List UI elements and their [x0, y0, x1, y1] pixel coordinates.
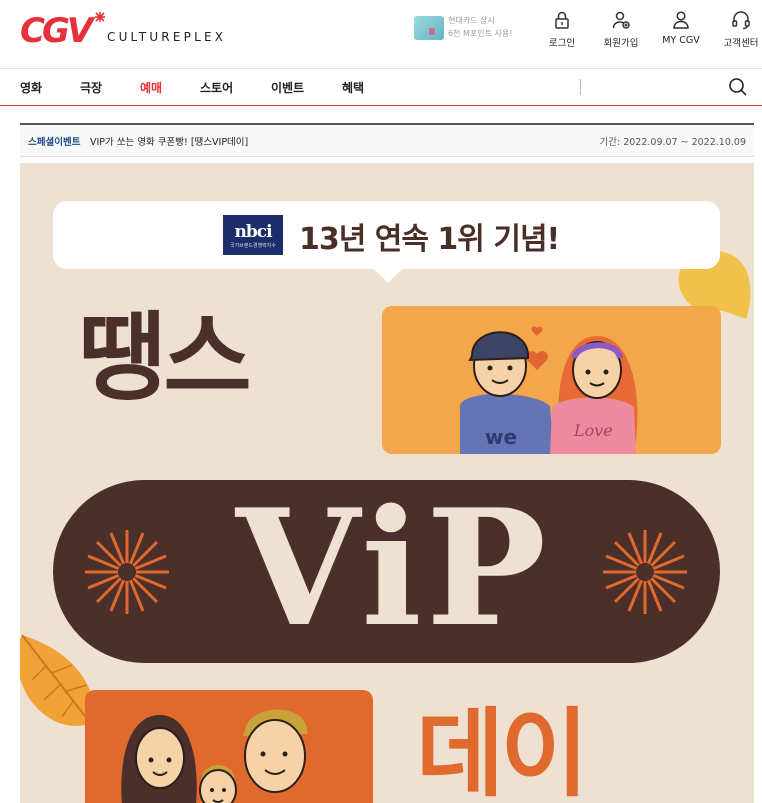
login-label: 로그인 — [548, 38, 576, 49]
speech-bubble-tail — [372, 267, 404, 283]
nav-benefit[interactable]: 혜택 — [342, 79, 364, 96]
starburst-icon — [85, 530, 169, 614]
event-category: 스페셜이벤트 — [28, 137, 81, 148]
nav-store[interactable]: 스토어 — [200, 79, 233, 96]
event-title-bar: 스페셜이벤트 VIP가 쏘는 영화 쿠폰빵! [땡스VIP데이] 기간: 202… — [20, 123, 754, 157]
signup-button[interactable]: 회원가입 — [591, 10, 651, 49]
shirt-we-text: we — [485, 425, 517, 449]
search-button[interactable] — [728, 77, 748, 101]
cgv-logo[interactable]: CGV — [20, 11, 110, 52]
credit-card-icon — [414, 16, 444, 40]
event-banner-image: nbci 국가브랜드경쟁력지수 13년 연속 1위 기념! 땡스 we Love — [20, 163, 754, 803]
signup-label: 회원가입 — [603, 38, 639, 49]
vip-title: ViP — [235, 474, 551, 662]
event-title: VIP가 쏘는 영화 쿠폰빵! [땡스VIP데이] — [90, 137, 249, 148]
bubble-text: 13년 연속 1위 기념! — [299, 222, 560, 257]
my-cgv-label: MY CGV — [662, 35, 700, 46]
hyundai-card-promo[interactable]: 현대카드 상시 6천 M포인트 사용! — [414, 14, 514, 42]
customer-center-label: 고객센터 — [723, 38, 759, 49]
speech-bubble: nbci 국가브랜드경쟁력지수 13년 연속 1위 기념! — [53, 201, 720, 269]
svg-text:CGV: CGV — [20, 12, 96, 48]
headset-icon — [732, 11, 750, 30]
couple-illustration: we Love — [382, 306, 721, 454]
search-icon — [729, 78, 747, 96]
customer-center-button[interactable]: 고객센터 — [711, 10, 762, 49]
promo-line-2: 6천 M포인트 사용! — [448, 29, 513, 38]
nav-divider — [580, 79, 581, 95]
user-plus-icon — [612, 11, 630, 29]
login-button[interactable]: 로그인 — [532, 10, 592, 49]
promo-line-1: 현대카드 상시 — [448, 16, 495, 25]
shirt-love-text: Love — [573, 421, 613, 440]
nav-movie[interactable]: 영화 — [20, 79, 42, 96]
my-cgv-button[interactable]: MY CGV — [651, 10, 711, 46]
cultureplex-wordmark: CULTUREPLEX — [107, 30, 227, 44]
event-period: 기간: 2022.09.07 ~ 2022.10.09 — [599, 137, 747, 148]
main-nav: 영화 극장 예매 스토어 이벤트 혜택 — [0, 68, 762, 106]
nav-theater[interactable]: 극장 — [80, 79, 102, 96]
vip-pill: ViP — [53, 474, 720, 663]
nav-event[interactable]: 이벤트 — [271, 79, 304, 96]
banner-title-top: 땡스 — [78, 302, 252, 414]
nav-booking[interactable]: 예매 — [140, 79, 162, 96]
user-icon — [673, 11, 689, 29]
starburst-icon — [603, 530, 687, 614]
nbci-logo: nbci 국가브랜드경쟁력지수 — [223, 215, 283, 255]
banner-title-bottom: 데이 — [416, 698, 589, 803]
lock-icon — [555, 11, 569, 29]
family-illustration — [85, 690, 373, 803]
site-header: CGV CULTUREPLEX 현대카드 상시 6천 M포인트 사용! 로그인 … — [0, 0, 762, 68]
